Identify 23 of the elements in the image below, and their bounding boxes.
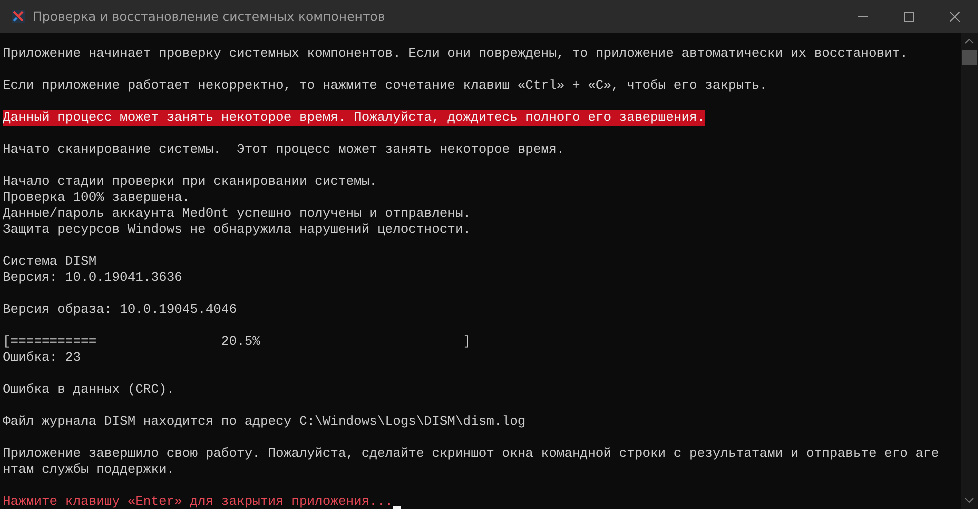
console-line: [=========== 20.5% ] (3, 334, 472, 350)
window-title: Проверка и восстановление системных компонентов (33, 9, 386, 24)
console-line: Начало стадии проверки при сканировании системы. (3, 174, 378, 190)
close-icon (950, 12, 960, 22)
console-line: Ошибка в данных (CRC). (3, 382, 175, 398)
console-line: Проверка 100% завершена. (3, 190, 190, 206)
console-line: Ошибка: 23 (3, 350, 82, 366)
console-line: Файл журнала DISM находится по адресу C:\Windows\Logs\DISM\dism.log (3, 414, 526, 430)
maximize-icon (904, 12, 914, 22)
console-line: Система DISM (3, 254, 97, 270)
scroll-thumb[interactable] (962, 50, 977, 65)
console-line: Приложение завершило свою работу. Пожалуйста, сделайте скриншот окна командной строки с результатами и отправьте его аге (3, 446, 940, 462)
console-line: Версия: 10.0.19041.3636 (3, 270, 182, 286)
console-line: Защита ресурсов Windows не обнаружила нарушений целостности. (3, 222, 472, 238)
console-line: Нажмите клавишу «Enter» для закрытия приложения... (3, 494, 394, 509)
console-line: Приложение начинает проверку системных компонентов. Если они повреждены, то приложение автоматически их восстановит. (3, 46, 908, 62)
console-line: нтам службы поддержки. (3, 462, 175, 478)
console-line: Начато сканирование системы. Этот процесс может занять некоторое время. (3, 142, 565, 158)
console-line: Если приложение работает некорректно, то нажмите сочетание клавиш «Ctrl» + «C», чтобы его закрыть. (3, 78, 768, 94)
console-line: Данные/пароль аккаунта Med0nt успешно получены и отправлены. (3, 206, 472, 222)
app-icon (12, 10, 25, 23)
console-line: Версия образа: 10.0.19045.4046 (3, 302, 238, 318)
minimize-icon (858, 16, 868, 17)
